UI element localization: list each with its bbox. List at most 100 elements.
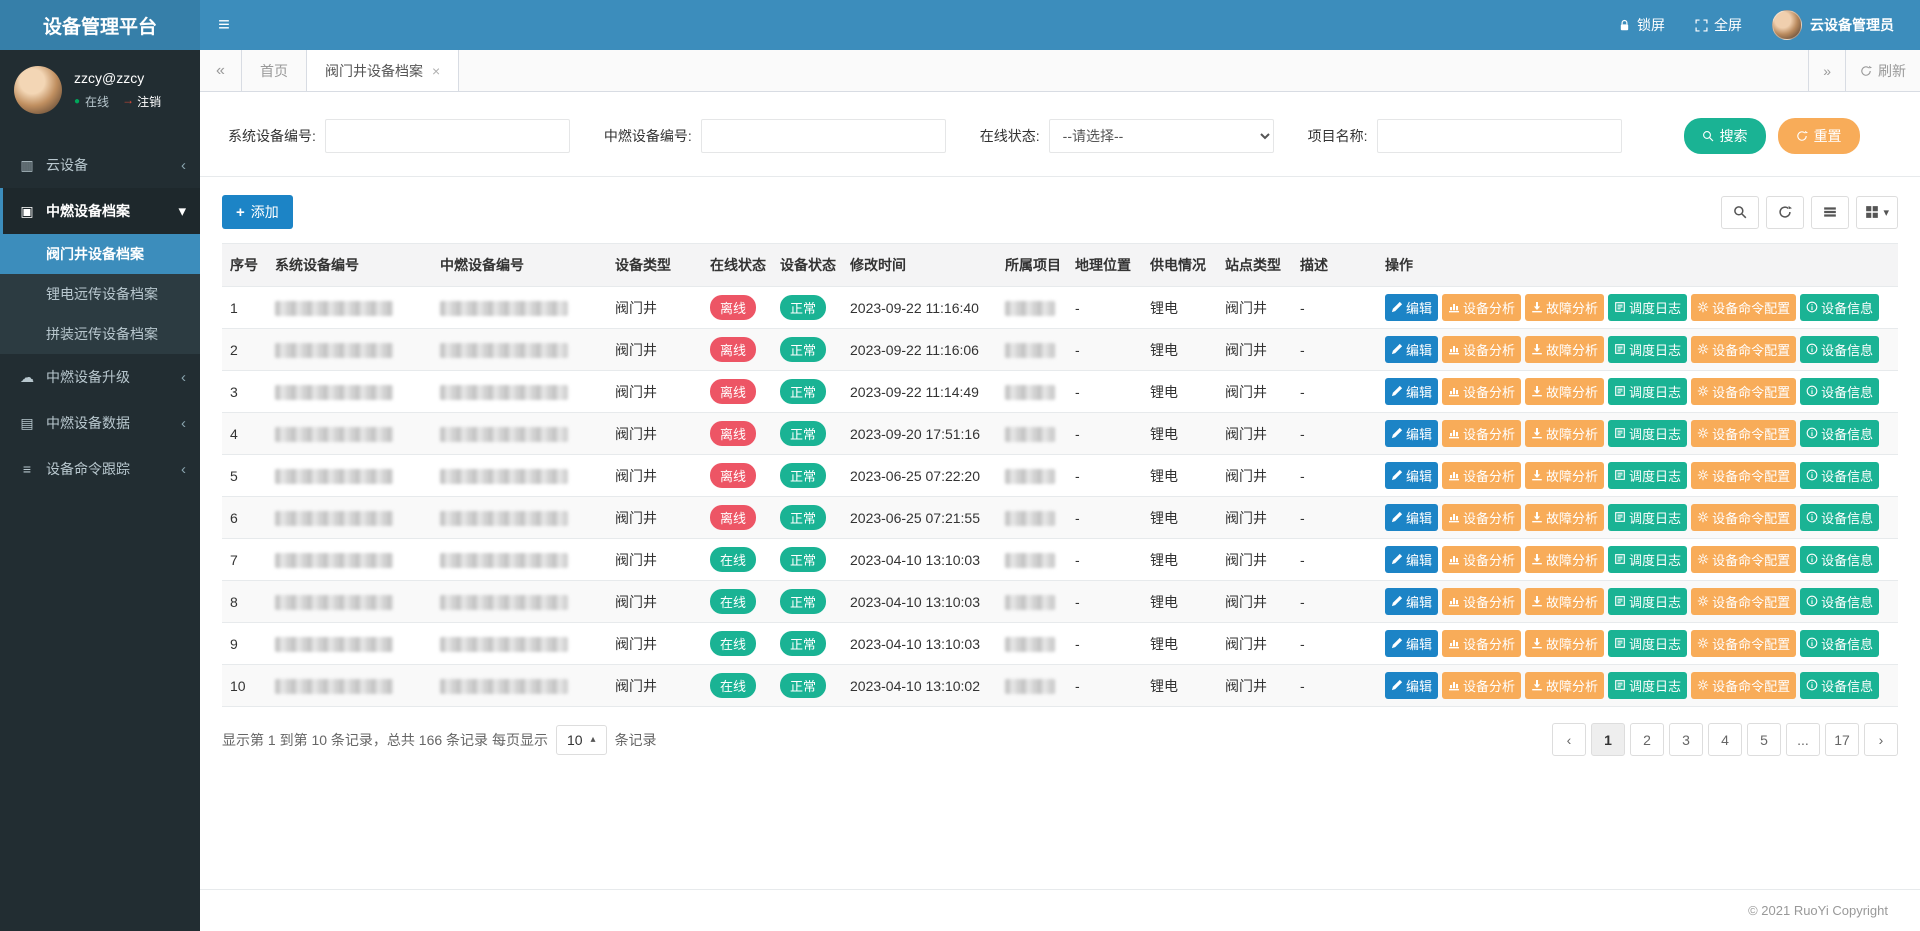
device-analysis-button[interactable]: 设备分析 bbox=[1442, 504, 1521, 531]
sidebar-item-cloud-devices[interactable]: ▥云设备‹ bbox=[0, 142, 200, 188]
edit-button[interactable]: 编辑 bbox=[1385, 588, 1438, 615]
tab-home[interactable]: 首页 bbox=[242, 50, 307, 91]
fault-analysis-button[interactable]: 故障分析 bbox=[1525, 504, 1604, 531]
device-analysis-button[interactable]: 设备分析 bbox=[1442, 588, 1521, 615]
fault-analysis-button[interactable]: 故障分析 bbox=[1525, 672, 1604, 699]
prev-page-button[interactable]: ‹ bbox=[1552, 723, 1586, 756]
sidebar-subitem[interactable]: 锂电远传设备档案 bbox=[0, 274, 200, 314]
page-button[interactable]: 1 bbox=[1591, 723, 1625, 756]
sidebar-item-zr-device-upgrade[interactable]: ☁中燃设备升级‹ bbox=[0, 354, 200, 400]
dispatch-log-button[interactable]: 调度日志 bbox=[1608, 294, 1687, 321]
device-info-button[interactable]: 设备信息 bbox=[1800, 630, 1879, 657]
table-toggle-view-button[interactable] bbox=[1811, 196, 1849, 229]
fault-analysis-button[interactable]: 故障分析 bbox=[1525, 588, 1604, 615]
page-button[interactable]: 4 bbox=[1708, 723, 1742, 756]
device-analysis-button[interactable]: 设备分析 bbox=[1442, 462, 1521, 489]
dispatch-log-button[interactable]: 调度日志 bbox=[1608, 630, 1687, 657]
next-page-button[interactable]: › bbox=[1864, 723, 1898, 756]
edit-button[interactable]: 编辑 bbox=[1385, 504, 1438, 531]
device-analysis-button[interactable]: 设备分析 bbox=[1442, 546, 1521, 573]
device-command-config-button[interactable]: 设备命令配置 bbox=[1691, 588, 1796, 615]
device-info-button[interactable]: 设备信息 bbox=[1800, 336, 1879, 363]
dispatch-log-button[interactable]: 调度日志 bbox=[1608, 336, 1687, 363]
device-analysis-button[interactable]: 设备分析 bbox=[1442, 378, 1521, 405]
dispatch-log-button[interactable]: 调度日志 bbox=[1608, 672, 1687, 699]
device-command-config-button[interactable]: 设备命令配置 bbox=[1691, 420, 1796, 447]
device-info-button[interactable]: 设备信息 bbox=[1800, 546, 1879, 573]
page-button[interactable]: 5 bbox=[1747, 723, 1781, 756]
device-info-button[interactable]: 设备信息 bbox=[1800, 294, 1879, 321]
fault-analysis-button[interactable]: 故障分析 bbox=[1525, 462, 1604, 489]
table-search-toggle-button[interactable] bbox=[1721, 196, 1759, 229]
lock-screen-button[interactable]: 锁屏 bbox=[1618, 15, 1665, 35]
fault-analysis-button[interactable]: 故障分析 bbox=[1525, 294, 1604, 321]
fault-analysis-button[interactable]: 故障分析 bbox=[1525, 420, 1604, 447]
device-analysis-button[interactable]: 设备分析 bbox=[1442, 420, 1521, 447]
table-refresh-button[interactable] bbox=[1766, 196, 1804, 229]
fault-analysis-button[interactable]: 故障分析 bbox=[1525, 336, 1604, 363]
tabs-scroll-left-button[interactable]: « bbox=[200, 50, 242, 91]
page-button[interactable]: 3 bbox=[1669, 723, 1703, 756]
fullscreen-button[interactable]: 全屏 bbox=[1695, 15, 1742, 35]
device-command-config-button[interactable]: 设备命令配置 bbox=[1691, 294, 1796, 321]
edit-button[interactable]: 编辑 bbox=[1385, 294, 1438, 321]
sidebar-toggle-button[interactable]: ≡ bbox=[200, 0, 248, 50]
dispatch-log-button[interactable]: 调度日志 bbox=[1608, 420, 1687, 447]
system-device-no-input[interactable] bbox=[325, 119, 570, 153]
fault-analysis-button[interactable]: 故障分析 bbox=[1525, 378, 1604, 405]
page-size-select[interactable]: 10 ▴ bbox=[556, 725, 607, 755]
device-analysis-button[interactable]: 设备分析 bbox=[1442, 672, 1521, 699]
tabs-scroll-right-button[interactable]: » bbox=[1808, 50, 1845, 91]
dispatch-log-button[interactable]: 调度日志 bbox=[1608, 546, 1687, 573]
device-command-config-button[interactable]: 设备命令配置 bbox=[1691, 336, 1796, 363]
device-info-button[interactable]: 设备信息 bbox=[1800, 378, 1879, 405]
edit-button[interactable]: 编辑 bbox=[1385, 336, 1438, 363]
fault-analysis-button[interactable]: 故障分析 bbox=[1525, 630, 1604, 657]
device-info-button[interactable]: 设备信息 bbox=[1800, 462, 1879, 489]
device-info-button[interactable]: 设备信息 bbox=[1800, 588, 1879, 615]
device-command-config-button[interactable]: 设备命令配置 bbox=[1691, 462, 1796, 489]
device-info-button[interactable]: 设备信息 bbox=[1800, 420, 1879, 447]
device-info-button[interactable]: 设备信息 bbox=[1800, 504, 1879, 531]
device-command-config-button[interactable]: 设备命令配置 bbox=[1691, 630, 1796, 657]
page-ellipsis[interactable]: ... bbox=[1786, 723, 1820, 756]
device-analysis-button[interactable]: 设备分析 bbox=[1442, 630, 1521, 657]
dispatch-log-button[interactable]: 调度日志 bbox=[1608, 504, 1687, 531]
device-command-config-button[interactable]: 设备命令配置 bbox=[1691, 546, 1796, 573]
zr-device-no-input[interactable] bbox=[701, 119, 946, 153]
sidebar-item-device-command-track[interactable]: ≡设备命令跟踪‹ bbox=[0, 446, 200, 492]
page-button[interactable]: 17 bbox=[1825, 723, 1859, 756]
edit-button[interactable]: 编辑 bbox=[1385, 672, 1438, 699]
app-logo[interactable]: 设备管理平台 bbox=[0, 0, 200, 50]
fault-analysis-button[interactable]: 故障分析 bbox=[1525, 546, 1604, 573]
tab-valve-well-archive[interactable]: 阀门井设备档案 × bbox=[307, 50, 459, 91]
device-analysis-button[interactable]: 设备分析 bbox=[1442, 336, 1521, 363]
close-icon[interactable]: × bbox=[432, 63, 440, 79]
table-columns-button[interactable]: ▾ bbox=[1856, 196, 1898, 229]
dispatch-log-button[interactable]: 调度日志 bbox=[1608, 378, 1687, 405]
logout-link[interactable]: →注销 bbox=[122, 93, 161, 110]
reset-button[interactable]: 重置 bbox=[1778, 118, 1860, 154]
device-command-config-button[interactable]: 设备命令配置 bbox=[1691, 672, 1796, 699]
dispatch-log-button[interactable]: 调度日志 bbox=[1608, 588, 1687, 615]
edit-button[interactable]: 编辑 bbox=[1385, 420, 1438, 447]
edit-button[interactable]: 编辑 bbox=[1385, 378, 1438, 405]
edit-button[interactable]: 编辑 bbox=[1385, 546, 1438, 573]
device-command-config-button[interactable]: 设备命令配置 bbox=[1691, 504, 1796, 531]
sidebar-item-zr-device-data[interactable]: ▤中燃设备数据‹ bbox=[0, 400, 200, 446]
sidebar-item-zr-device-archive[interactable]: ▣中燃设备档案▾ bbox=[0, 188, 200, 234]
edit-button[interactable]: 编辑 bbox=[1385, 462, 1438, 489]
tab-refresh-button[interactable]: 刷新 bbox=[1845, 50, 1920, 91]
device-info-button[interactable]: 设备信息 bbox=[1800, 672, 1879, 699]
search-button[interactable]: 搜索 bbox=[1684, 118, 1766, 154]
project-name-input[interactable] bbox=[1377, 119, 1622, 153]
add-button[interactable]: + 添加 bbox=[222, 195, 293, 229]
page-button[interactable]: 2 bbox=[1630, 723, 1664, 756]
sidebar-subitem-active[interactable]: 阀门井设备档案 bbox=[0, 234, 200, 274]
edit-button[interactable]: 编辑 bbox=[1385, 630, 1438, 657]
device-command-config-button[interactable]: 设备命令配置 bbox=[1691, 378, 1796, 405]
dispatch-log-button[interactable]: 调度日志 bbox=[1608, 462, 1687, 489]
device-analysis-button[interactable]: 设备分析 bbox=[1442, 294, 1521, 321]
sidebar-subitem[interactable]: 拼装远传设备档案 bbox=[0, 314, 200, 354]
user-menu[interactable]: 云设备管理员 bbox=[1772, 10, 1894, 40]
